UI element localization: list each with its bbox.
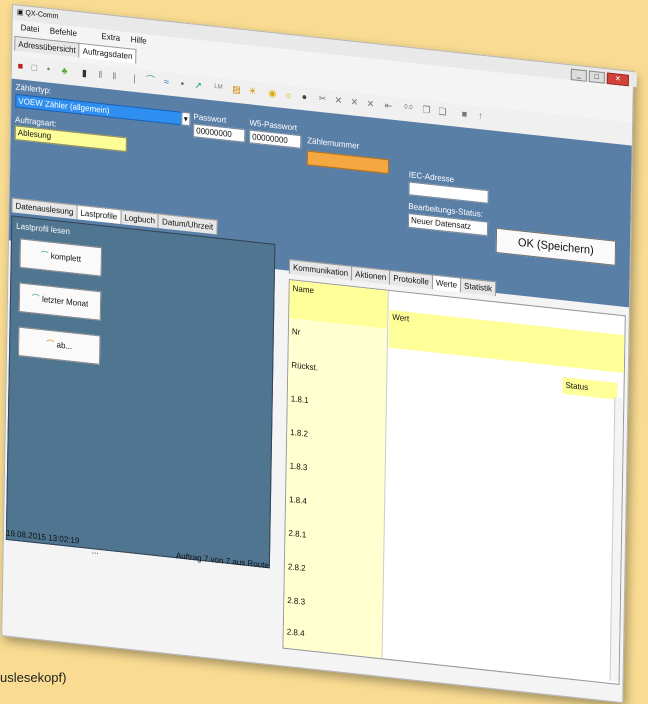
table-row[interactable]: 2.8.1 <box>288 528 306 539</box>
meter-icon[interactable]: ▤ <box>232 84 241 97</box>
back-icon[interactable]: ⇤ <box>384 100 393 113</box>
window-title: QX-Comm <box>25 9 59 21</box>
tab-werte[interactable]: Werte <box>431 274 462 293</box>
status-route: Auftrag 7 von 7 aus Route <box>175 550 269 571</box>
x3-icon[interactable]: ✕ <box>366 98 375 111</box>
status-dots: ... <box>91 545 99 557</box>
curve-icon[interactable]: ⌒ <box>146 74 155 87</box>
table-row[interactable]: 1.8.3 <box>290 461 308 472</box>
values-grid: Name Wert Status Nr Rückst. 1.8.1 1.8.2 … <box>282 278 626 685</box>
komplett-button[interactable]: ⌒ komplett <box>19 238 103 277</box>
letzter-monat-label: letzter Monat <box>41 294 89 309</box>
table-row[interactable]: 1.8.1 <box>291 394 309 405</box>
gear-icon[interactable]: ● <box>300 91 309 104</box>
signal-icon[interactable]: ≈ <box>162 76 171 89</box>
stop-icon[interactable]: ■ <box>460 108 469 121</box>
x2-icon[interactable]: ✕ <box>350 96 359 109</box>
letzter-monat-button[interactable]: ⌒ letzter Monat <box>18 282 102 321</box>
app-icon: ▣ <box>16 8 26 18</box>
menu-befehle[interactable]: Befehle <box>50 24 77 42</box>
chevron-down-icon[interactable]: ▾ <box>181 111 191 127</box>
tab-statistik[interactable]: Statistik <box>459 277 497 297</box>
stage: ▣ QX-Comm _ □ ✕ Datei Befehle Extra Hilfe … <box>0 0 648 704</box>
arrow-icon[interactable]: ➚ <box>194 79 203 92</box>
chart-icon: ⌒ <box>46 339 57 350</box>
zoom-icon[interactable]: 0.0 <box>404 102 413 115</box>
menu-datei[interactable]: Datei <box>20 21 40 38</box>
chart-icon: ⌒ <box>40 250 51 261</box>
table-row[interactable]: 2.8.4 <box>287 627 305 638</box>
cut-icon[interactable]: ✂ <box>318 93 327 106</box>
device-icon[interactable]: ▮ <box>80 67 89 80</box>
table-row[interactable]: Nr <box>292 327 301 337</box>
ab-label: ab... <box>56 340 73 352</box>
bulb-icon[interactable]: ☼ <box>284 89 293 102</box>
menu-extra[interactable]: Extra <box>101 29 120 46</box>
app-window: ▣ QX-Comm _ □ ✕ Datei Befehle Extra Hilfe … <box>1 4 637 704</box>
table-row[interactable]: 1.8.4 <box>289 495 307 506</box>
new-icon[interactable]: □ <box>30 62 39 75</box>
menu-hilfe[interactable]: Hilfe <box>131 33 147 49</box>
wert-header[interactable]: Wert <box>388 309 625 374</box>
table-row[interactable]: 1.8.2 <box>290 427 308 438</box>
paste-icon[interactable]: ❏ <box>438 106 447 119</box>
chip-icon[interactable]: ▪ <box>178 78 187 91</box>
clock-icon[interactable]: ◉ <box>268 87 277 100</box>
up-icon[interactable]: ↑ <box>476 110 485 123</box>
dot-icon[interactable]: • <box>44 63 53 76</box>
pause-icon[interactable]: ‖ <box>96 69 105 82</box>
x1-icon[interactable]: ✕ <box>334 95 343 108</box>
slide-caption: uslesekopf) <box>0 670 67 685</box>
divider-icon: | <box>133 72 136 84</box>
table-row[interactable]: 2.8.3 <box>287 595 305 606</box>
lastprofil-title: Lastprofil lesen <box>16 221 71 237</box>
copy-icon[interactable]: ❐ <box>422 104 431 117</box>
bars-icon[interactable]: ‖ <box>110 70 119 83</box>
lb-icon[interactable]: LM <box>214 82 223 95</box>
tab-aktionen[interactable]: Aktionen <box>351 265 391 285</box>
komplett-label: komplett <box>50 251 82 264</box>
plug-icon[interactable]: ♣ <box>60 65 69 78</box>
status-header[interactable]: Status <box>562 376 618 400</box>
chart-icon: ⌒ <box>31 293 43 304</box>
save-icon[interactable]: ■ <box>16 60 25 73</box>
lamp-icon[interactable]: ☀ <box>248 85 257 98</box>
grid-scrollbar[interactable] <box>609 397 624 682</box>
lastprofil-panel: Lastprofil lesen ⌒ komplett ⌒ letzter Mo… <box>5 215 276 569</box>
ab-button[interactable]: ⌒ ab... <box>17 326 101 365</box>
